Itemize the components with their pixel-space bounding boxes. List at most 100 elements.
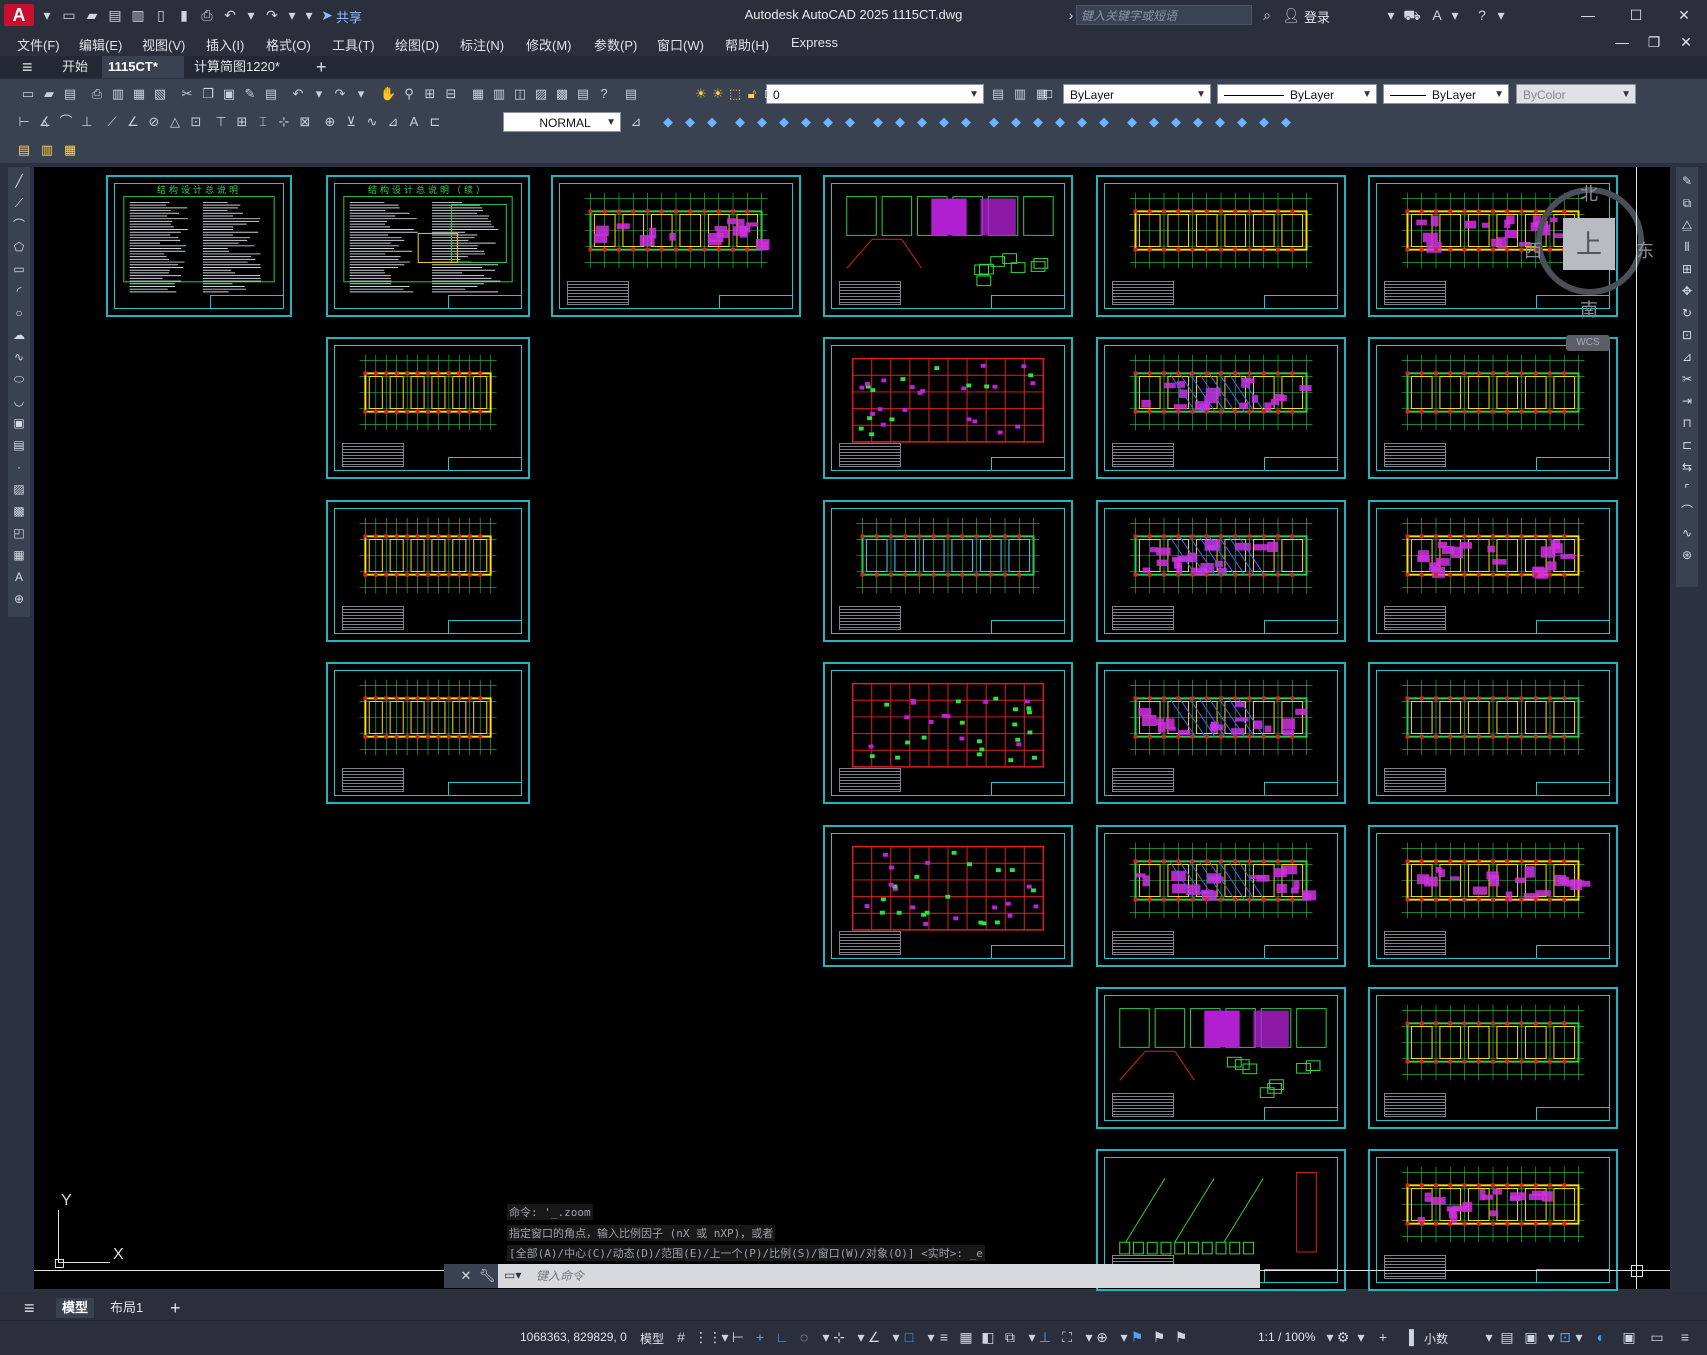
maximize-button[interactable]: ☐ [1618, 4, 1654, 26]
offset-edges-icon[interactable]: ◆ [958, 114, 974, 130]
block-editor-icon[interactable]: ▤ [263, 86, 279, 102]
menu-file[interactable]: 文件(F) [17, 35, 60, 54]
open-web-icon[interactable]: ▯ [152, 6, 170, 24]
save-web-icon[interactable]: ▮ [175, 6, 193, 24]
redo-dropdown-icon[interactable]: ▾ [283, 6, 301, 24]
annotation-scale-button[interactable]: 1:1 / 100% [1258, 1330, 1315, 1344]
close-command-icon[interactable]: ✕ [456, 1264, 476, 1288]
dim-space-icon[interactable]: ⌶ [255, 114, 271, 130]
cart-icon[interactable]: ⛟ [1403, 6, 1421, 24]
quick-properties-icon[interactable]: ▤ [1498, 1328, 1516, 1346]
share-button[interactable]: 共享 [336, 7, 362, 26]
recent-commands-icon[interactable]: ▭▾ [504, 1268, 532, 1284]
menu-draw[interactable]: 绘图(D) [395, 35, 439, 54]
match-properties-icon[interactable]: ✎ [242, 86, 258, 102]
object-snap-icon[interactable]: □ [900, 1328, 918, 1346]
revolve-icon[interactable]: ◆ [732, 114, 748, 130]
help-dropdown-icon[interactable]: ▾ [1492, 6, 1510, 24]
selection-cycling-icon[interactable]: ◧ [979, 1328, 997, 1346]
compass-west[interactable]: 西 [1524, 237, 1542, 263]
multiline-text-icon[interactable]: A [11, 569, 27, 585]
autodesk-app-icon[interactable]: A [1428, 6, 1446, 24]
selection-filter-icon[interactable]: ⛶ [1058, 1328, 1076, 1346]
drawing-sheet[interactable] [823, 500, 1073, 642]
graphics-performance-icon[interactable]: ◐ [1592, 1328, 1610, 1346]
doc-close-button[interactable]: ✕ [1668, 31, 1704, 53]
chamfer-edges-icon[interactable]: ◆ [936, 114, 952, 130]
radius-dim-icon[interactable]: ⟋ [104, 114, 120, 130]
open-icon[interactable]: ▰ [41, 86, 57, 102]
tolerance-icon[interactable]: ⊠ [297, 114, 313, 130]
interfere-icon[interactable]: ◆ [870, 114, 886, 130]
extrude-faces-icon[interactable]: ◆ [1212, 114, 1228, 130]
menu-window[interactable]: 窗口(W) [657, 35, 704, 54]
login-dropdown-icon[interactable]: ▾ [1382, 6, 1400, 24]
isodraft-icon[interactable]: ⊹ [830, 1328, 848, 1346]
layer-on-icon[interactable]: ☀ [693, 86, 709, 102]
scale-icon[interactable]: ⊡ [1679, 327, 1695, 343]
infer-constraints-icon[interactable]: ⊢ [729, 1328, 747, 1346]
hamburger-menu-icon[interactable]: ≡ [16, 56, 39, 78]
break-at-point-icon[interactable]: ⊓ [1679, 415, 1695, 431]
design-center-icon[interactable]: ▥ [491, 86, 507, 102]
drawing-sheet[interactable] [1368, 987, 1618, 1129]
units-dropdown-icon[interactable]: ▾ [1480, 1328, 1498, 1346]
drawing-sheet[interactable] [1096, 337, 1346, 479]
paste-icon[interactable]: ▣ [221, 86, 237, 102]
layer-lock-icon[interactable]: 🔓︎ [744, 86, 760, 102]
fillet-icon[interactable]: ⌒ [1679, 503, 1695, 519]
dropdown-arrow-icon[interactable]: ▾ [38, 6, 56, 24]
hatch-icon[interactable]: ▨ [11, 481, 27, 497]
compass-east[interactable]: 东 [1636, 237, 1654, 263]
dim-style-icon[interactable]: ⊿ [628, 114, 644, 130]
color-dropdown[interactable]: ByLayer ▼ [1063, 84, 1211, 104]
dim-edit-icon[interactable]: ⊿ [385, 114, 401, 130]
text-style-dropdown[interactable]: NORMAL ▼ [503, 112, 621, 132]
taper-icon[interactable]: ◆ [1124, 114, 1140, 130]
point-icon[interactable]: · [11, 459, 27, 475]
zoom-realtime-icon[interactable]: ⚲ [401, 86, 417, 102]
drawing-sheet[interactable]: 结构设计总说明 [106, 175, 292, 317]
redo-dropdown-icon[interactable]: ▾ [353, 86, 369, 102]
copy-icon[interactable]: ❐ [200, 86, 216, 102]
new-file-icon[interactable]: ▭ [60, 6, 78, 24]
separate-icon[interactable]: ◆ [1030, 114, 1046, 130]
tab-model[interactable]: 模型 [56, 1298, 95, 1318]
undo-icon[interactable]: ↶ [221, 6, 239, 24]
presspull-icon[interactable]: ◆ [682, 114, 698, 130]
array-icon[interactable]: ⊞ [1679, 261, 1695, 277]
rectangle-icon[interactable]: ▭ [11, 261, 27, 277]
drawing-sheet[interactable] [1096, 500, 1346, 642]
add-selected-icon[interactable]: ⊕ [11, 591, 27, 607]
shell-icon[interactable]: ◆ [1008, 114, 1024, 130]
layer-freeze-icon[interactable]: ☀ [710, 86, 726, 102]
command-input[interactable]: 键入命令 [536, 1267, 1236, 1285]
cut-icon[interactable]: ✂ [179, 86, 195, 102]
circle-icon[interactable]: ○ [11, 305, 27, 321]
join-icon[interactable]: ⇆ [1679, 459, 1695, 475]
drawing-sheet[interactable] [1096, 175, 1346, 317]
explode-icon[interactable]: ⊛ [1679, 547, 1695, 563]
gradient-icon[interactable]: ▩ [11, 503, 27, 519]
wcs-menu[interactable]: WCS [1566, 335, 1610, 351]
compass-south[interactable]: 南 [1580, 296, 1598, 322]
linetype-dropdown[interactable]: ByLayer ▼ [1217, 84, 1377, 104]
delete-faces-icon[interactable]: ◆ [1256, 114, 1272, 130]
lock-ui-icon[interactable]: ▣ [1522, 1328, 1540, 1346]
customize-command-icon[interactable]: 🔧︎ [476, 1264, 498, 1288]
undo-icon[interactable]: ↶ [290, 86, 306, 102]
auto-scale-icon[interactable]: ⚑ [1150, 1328, 1168, 1346]
region-icon[interactable]: ◰ [11, 525, 27, 541]
diameter-dim-icon[interactable]: ⊘ [146, 114, 162, 130]
workspace-dropdown-icon[interactable]: ▾ [1352, 1328, 1370, 1346]
extend-icon[interactable]: ⇥ [1679, 393, 1695, 409]
menu-format[interactable]: 格式(O) [266, 35, 311, 54]
stretch-icon[interactable]: ⊿ [1679, 349, 1695, 365]
menu-modify[interactable]: 修改(M) [526, 35, 572, 54]
lineweight-dropdown[interactable]: ByLayer ▼ [1383, 84, 1509, 104]
quickcalc-icon[interactable]: ▤ [575, 86, 591, 102]
imprint-icon[interactable]: ◆ [892, 114, 908, 130]
plotstyle-dropdown[interactable]: ByColor ▼ [1516, 84, 1636, 104]
insert-block-icon[interactable]: ▣ [11, 415, 27, 431]
trim-icon[interactable]: ✂ [1679, 371, 1695, 387]
